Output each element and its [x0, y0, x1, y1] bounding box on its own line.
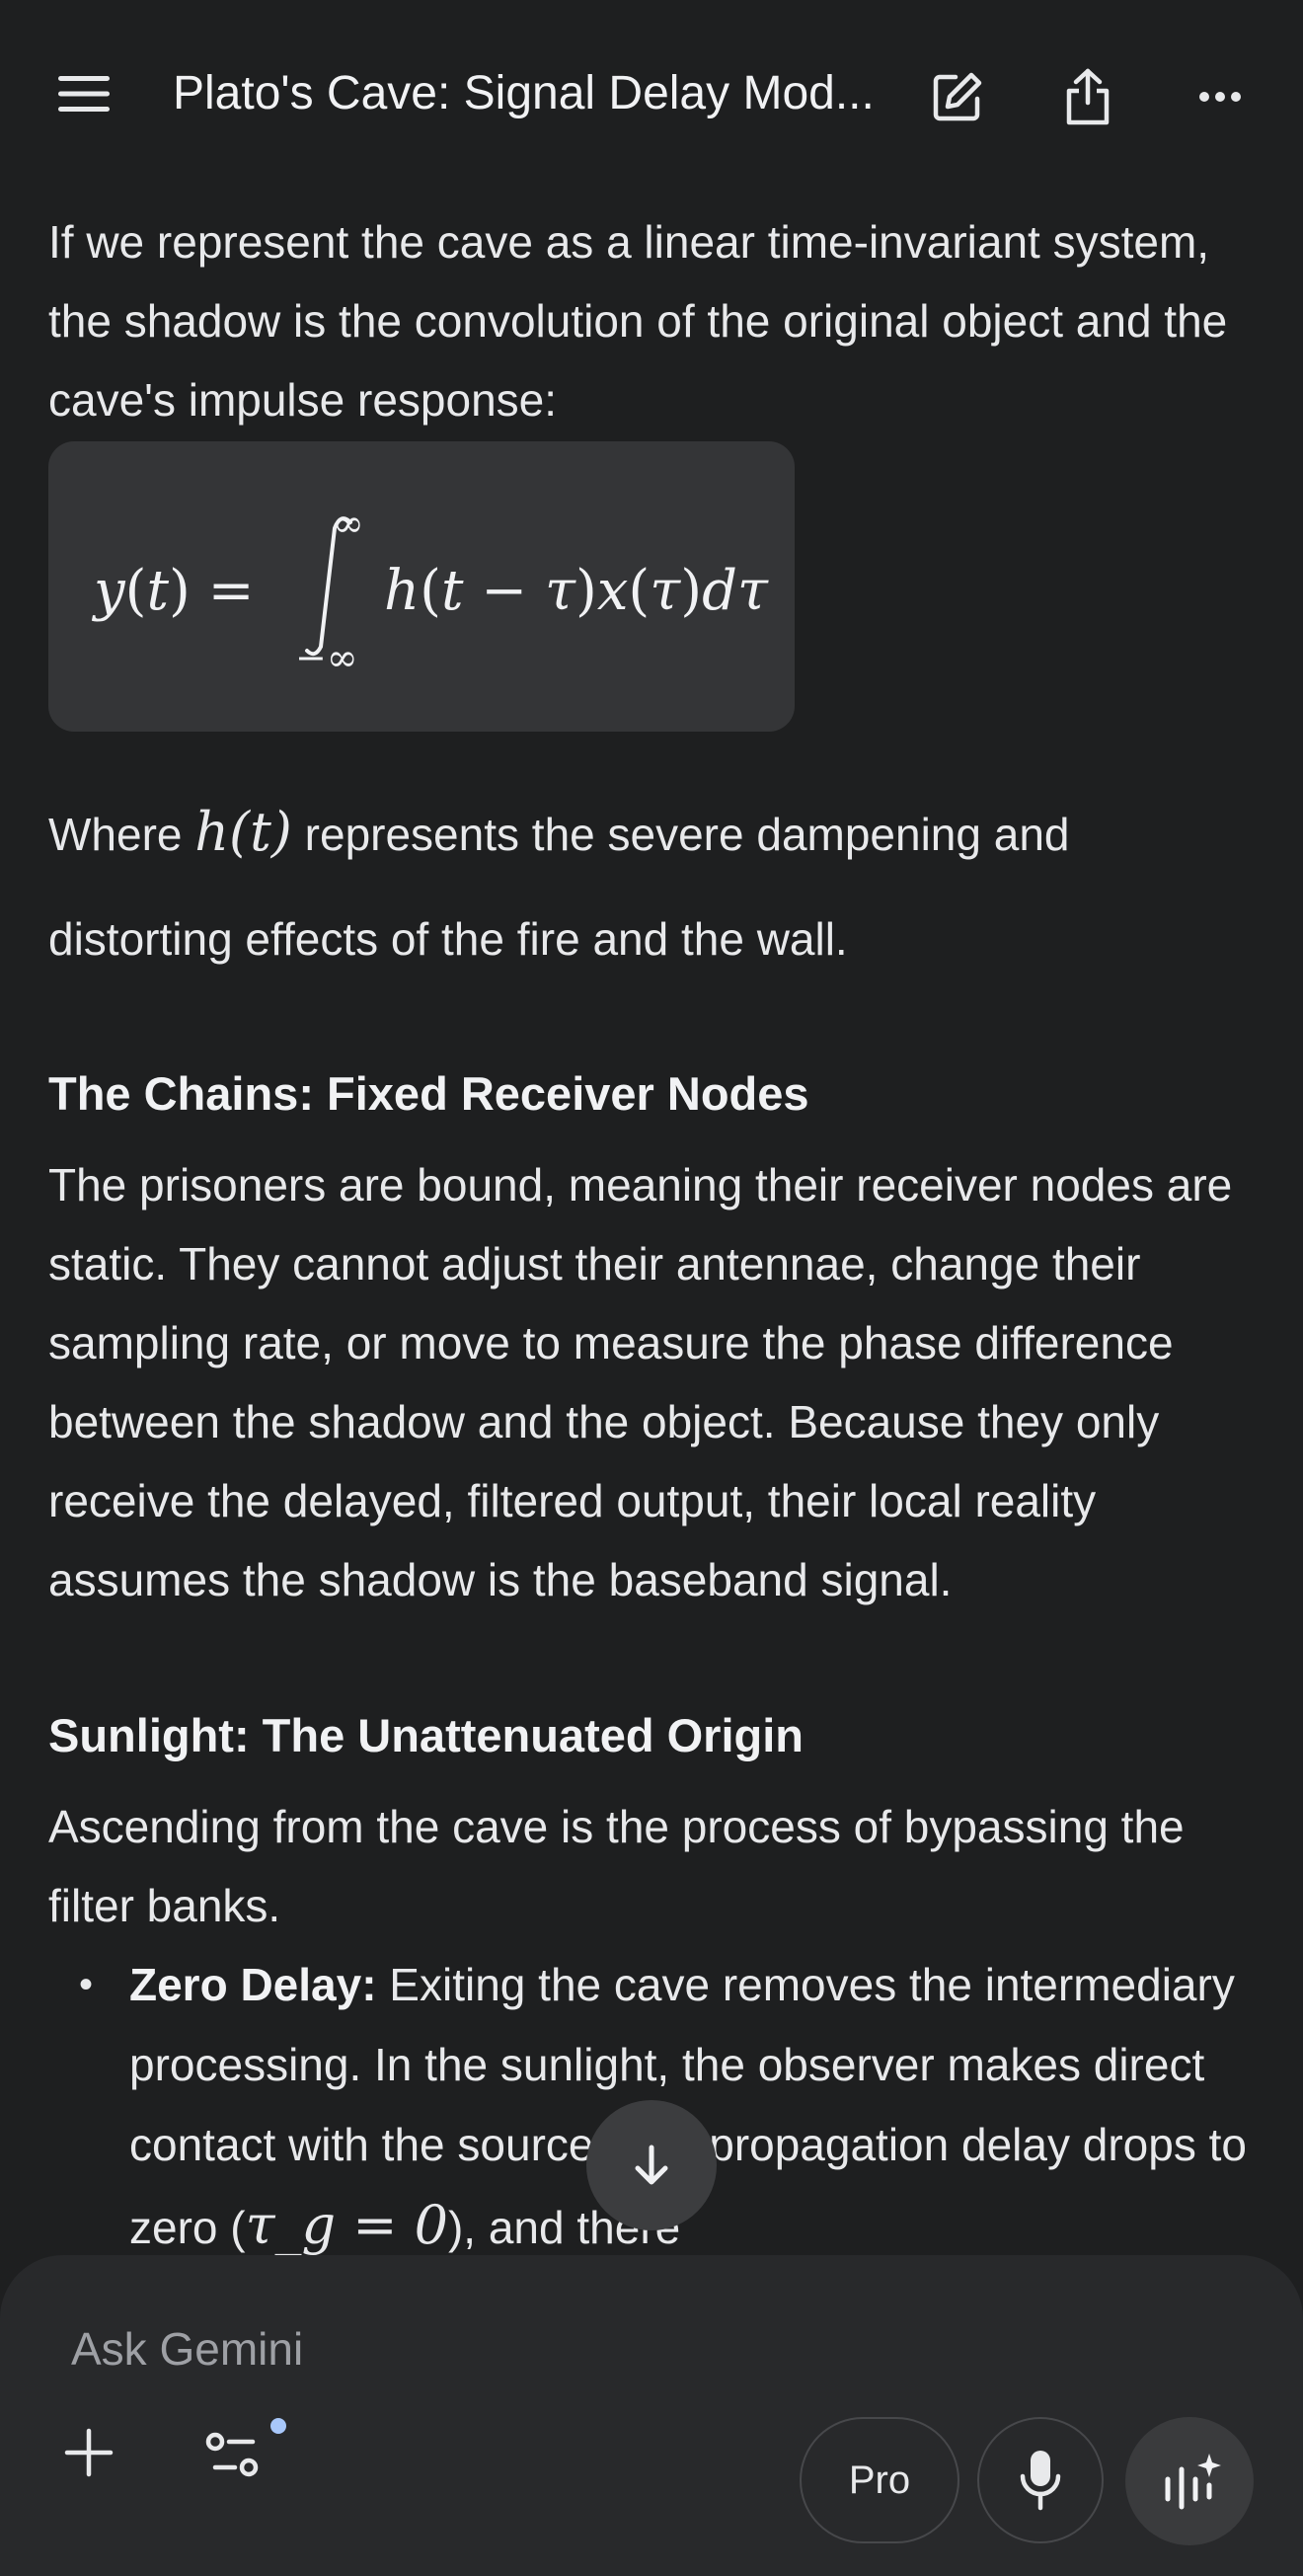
live-sparkle-icon [1165, 2454, 1221, 2510]
microphone-button[interactable] [977, 2417, 1104, 2543]
chat-screen: Plato's Cave: Signal Delay Mod... If we … [0, 0, 1303, 2576]
sunlight-paragraph: Ascending from the cave is the process o… [48, 1801, 1185, 1931]
svg-text:h(t − τ)x(τ)dτ: h(t − τ)x(τ)dτ [384, 559, 769, 623]
plus-icon [64, 2428, 114, 2477]
tools-sliders-icon [205, 2418, 286, 2477]
scroll-to-bottom-button[interactable] [586, 2100, 717, 2230]
prompt-input[interactable] [71, 2314, 1058, 2383]
add-attachment-button[interactable] [49, 2413, 128, 2492]
bullet-dot: • [79, 1963, 94, 2006]
equation-render: y(t) = ∞ −∞ h(t − τ)x(τ)dτ [91, 502, 769, 679]
share-button[interactable] [1048, 57, 1127, 136]
menu-button[interactable] [39, 57, 128, 130]
svg-text:y(t) =: y(t) = [91, 559, 255, 623]
top-app-bar: Plato's Cave: Signal Delay Mod... [0, 0, 1303, 188]
bullet-term: Zero Delay: [129, 1959, 377, 2010]
where-prefix: Where [48, 809, 195, 860]
edit-pencil-icon [933, 72, 982, 121]
notification-dot [270, 2418, 286, 2434]
response-content: If we represent the cave as a linear tim… [48, 188, 1263, 2261]
intro-paragraph: If we represent the cave as a linear tim… [48, 216, 1228, 426]
hamburger-menu-icon [58, 76, 110, 112]
more-horizontal-icon [1199, 92, 1241, 102]
svg-text:−∞: −∞ [295, 636, 358, 679]
more-options-button[interactable] [1181, 57, 1260, 136]
inline-math-tau-g: τ_g = 0 [245, 2194, 448, 2256]
arrow-down-icon [635, 2145, 668, 2185]
conversation-title[interactable]: Plato's Cave: Signal Delay Mod... [173, 61, 883, 126]
where-paragraph: Where h(t) represents the severe dampeni… [48, 780, 1263, 991]
svg-text:∞: ∞ [333, 502, 364, 545]
prompt-composer: Pro [0, 2255, 1303, 2576]
inline-math-h-t: h(t) [194, 801, 292, 863]
chains-paragraph: The prisoners are bound, meaning their r… [48, 1159, 1233, 1605]
tools-button[interactable] [197, 2408, 286, 2497]
model-selector-pro[interactable]: Pro [800, 2417, 959, 2543]
share-upload-icon [1066, 68, 1110, 125]
convolution-equation: y(t) = ∞ −∞ h(t − τ)x(τ)dτ [48, 441, 795, 732]
section-heading-sunlight: Sunlight: The Unattenuated Origin [48, 1709, 805, 1761]
microphone-icon [1020, 2451, 1061, 2511]
new-chat-button[interactable] [918, 57, 997, 136]
live-mode-button[interactable] [1125, 2417, 1254, 2545]
section-heading-chains: The Chains: Fixed Receiver Nodes [48, 1067, 809, 1120]
